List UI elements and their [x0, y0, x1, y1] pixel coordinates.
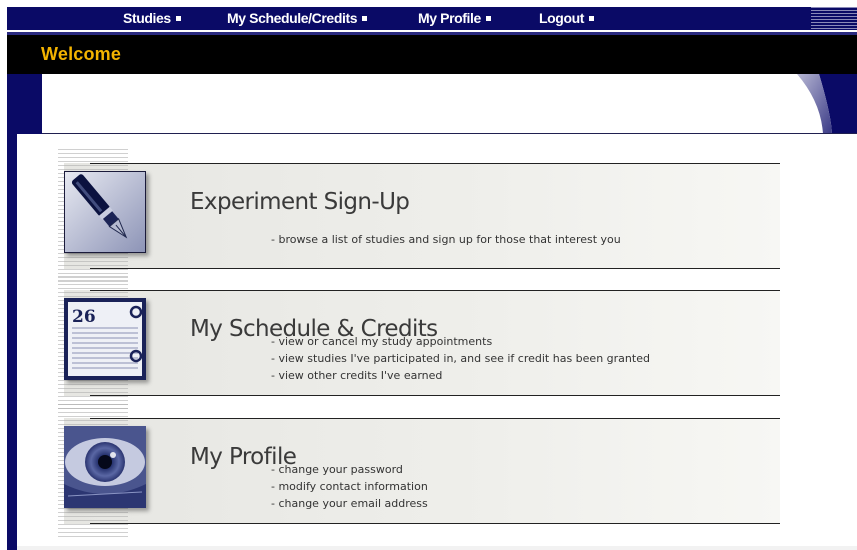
- section-bottom-rule: [90, 268, 780, 269]
- list-item: modify contact information: [271, 478, 427, 495]
- my-profile-bullets: change your password modify contact info…: [271, 461, 428, 512]
- nav-bar: Studies My Schedule/Credits My Profile L…: [7, 7, 857, 30]
- section-bottom-rule: [90, 395, 780, 396]
- header-divider: [42, 133, 857, 134]
- welcome-bar: Welcome: [7, 35, 857, 74]
- nav-logout[interactable]: Logout: [539, 10, 595, 26]
- my-schedule-credits-bullets: view or cancel my study appointments vie…: [271, 333, 650, 384]
- section-background: [64, 163, 780, 269]
- left-frame: [7, 74, 17, 550]
- section-experiment-signup: Experiment Sign-Up browse a list of stud…: [58, 149, 780, 283]
- nav-studies-label[interactable]: Studies: [123, 10, 171, 26]
- page-bottom-edge: [17, 546, 857, 550]
- list-item: view other credits I've earned: [271, 367, 650, 384]
- nav-my-schedule-credits[interactable]: My Schedule/Credits: [227, 10, 368, 26]
- calendar-day-label: 26: [72, 307, 96, 327]
- list-item: browse a list of studies and sign up for…: [271, 231, 620, 248]
- header-left-block: [7, 74, 42, 134]
- list-item: view studies I've participated in, and s…: [271, 350, 649, 367]
- section-top-rule: [90, 290, 780, 291]
- nav-my-profile-label[interactable]: My Profile: [418, 10, 481, 26]
- list-item: change your email address: [271, 495, 428, 512]
- nav-bullet-icon: [589, 16, 595, 21]
- nav-my-profile[interactable]: My Profile: [418, 10, 491, 26]
- section-bottom-rule: [90, 523, 780, 524]
- fountain-pen-icon[interactable]: [64, 171, 146, 253]
- section-my-schedule-credits: 26 My Schedule & Credits view or cancel …: [58, 276, 780, 410]
- nav-logout-label[interactable]: Logout: [539, 10, 584, 26]
- nav-bullet-icon: [362, 16, 368, 21]
- section-my-profile: My Profile change your password modify c…: [58, 404, 780, 538]
- section-top-rule: [90, 418, 780, 419]
- nav-my-schedule-credits-label[interactable]: My Schedule/Credits: [227, 10, 358, 26]
- section-top-rule: [90, 163, 780, 164]
- nav-bullet-icon: [175, 16, 181, 21]
- experiment-signup-bullets: browse a list of studies and sign up for…: [271, 231, 620, 248]
- page-title: Welcome: [41, 44, 122, 64]
- top-nav: Studies My Schedule/Credits My Profile L…: [0, 0, 857, 33]
- eye-icon[interactable]: [64, 426, 146, 508]
- nav-bullet-icon: [485, 16, 491, 21]
- nav-studies[interactable]: Studies: [123, 10, 181, 26]
- experiment-signup-link[interactable]: Experiment Sign-Up: [190, 189, 410, 215]
- calendar-planner-icon[interactable]: 26: [64, 298, 146, 380]
- list-item: view or cancel my study appointments: [271, 333, 650, 350]
- nav-stripes-decoration: [811, 7, 857, 30]
- list-item: change your password: [271, 461, 428, 478]
- header-curve-decoration: [797, 74, 857, 134]
